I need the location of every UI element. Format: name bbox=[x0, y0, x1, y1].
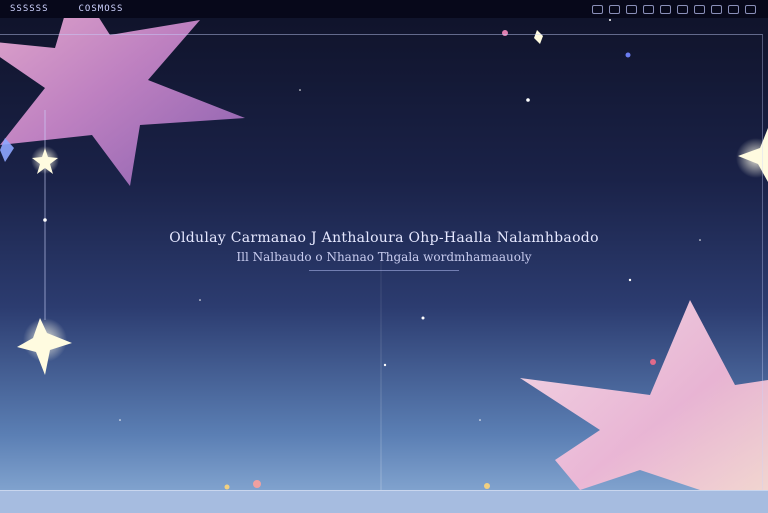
window-controls bbox=[592, 4, 756, 14]
window-icon[interactable] bbox=[677, 4, 688, 14]
brand-label: SSSSSS bbox=[10, 4, 49, 14]
center-text: Oldulay Carmanao J Anthaloura Ohp-Haalla… bbox=[0, 230, 768, 271]
page-subtitle: Ill Nalbaudo o Nhanao Thgala wordmhamaau… bbox=[236, 250, 532, 264]
window-icon[interactable] bbox=[694, 4, 705, 14]
window-icon[interactable] bbox=[660, 4, 671, 14]
page-title: Oldulay Carmanao J Anthaloura Ohp-Haalla… bbox=[169, 230, 599, 246]
bottom-bar bbox=[0, 490, 768, 513]
brand-secondary-label: COSMOSS bbox=[78, 4, 124, 14]
window-icon[interactable] bbox=[592, 4, 603, 14]
window-icon[interactable] bbox=[728, 4, 739, 14]
light-beam bbox=[380, 260, 382, 490]
window-icon[interactable] bbox=[609, 4, 620, 14]
window-icon[interactable] bbox=[643, 4, 654, 14]
title-underline bbox=[309, 270, 459, 271]
window-icon[interactable] bbox=[626, 4, 637, 14]
window-icon[interactable] bbox=[745, 4, 756, 14]
top-bar: SSSSSS COSMOSS bbox=[0, 0, 768, 18]
window-icon[interactable] bbox=[711, 4, 722, 14]
